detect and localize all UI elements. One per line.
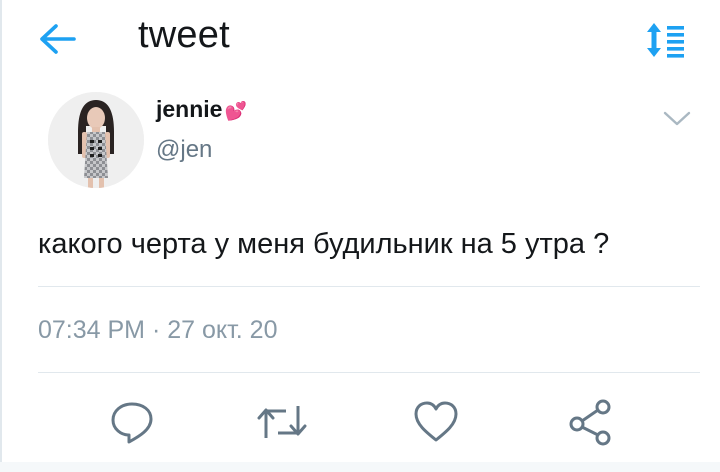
bottom-band: [0, 462, 720, 472]
author-avatar[interactable]: [48, 92, 144, 188]
tweet-text: какого черта у меня будильник на 5 утра …: [38, 228, 610, 260]
heart-icon: [414, 401, 458, 442]
arrow-left-icon: [40, 24, 76, 54]
divider-bottom: [38, 372, 700, 373]
author-name[interactable]: jennie 💕: [156, 96, 247, 123]
app-header: tweet: [0, 0, 720, 84]
retweet-icon: [257, 406, 307, 438]
tweet-timestamp: 07:34 PM · 27 окт. 20: [38, 316, 278, 344]
retweet-button[interactable]: [252, 398, 312, 446]
like-button[interactable]: [412, 398, 460, 446]
author-handle: @jen: [156, 136, 213, 163]
reply-icon: [111, 402, 153, 444]
chevron-down-icon: [663, 111, 691, 126]
sort-button[interactable]: [644, 20, 690, 60]
author-name-text: jennie: [156, 96, 223, 122]
page-title: tweet: [138, 14, 230, 56]
sort-arrows-icon: [647, 23, 684, 58]
share-button[interactable]: [566, 398, 614, 446]
heart-emoji: 💕: [224, 101, 247, 121]
tweet-menu-button[interactable]: [660, 106, 694, 130]
avatar-photo: [48, 92, 144, 188]
divider-top: [38, 286, 700, 287]
back-button[interactable]: [34, 18, 80, 60]
reply-button[interactable]: [108, 398, 156, 446]
share-icon: [569, 399, 611, 446]
